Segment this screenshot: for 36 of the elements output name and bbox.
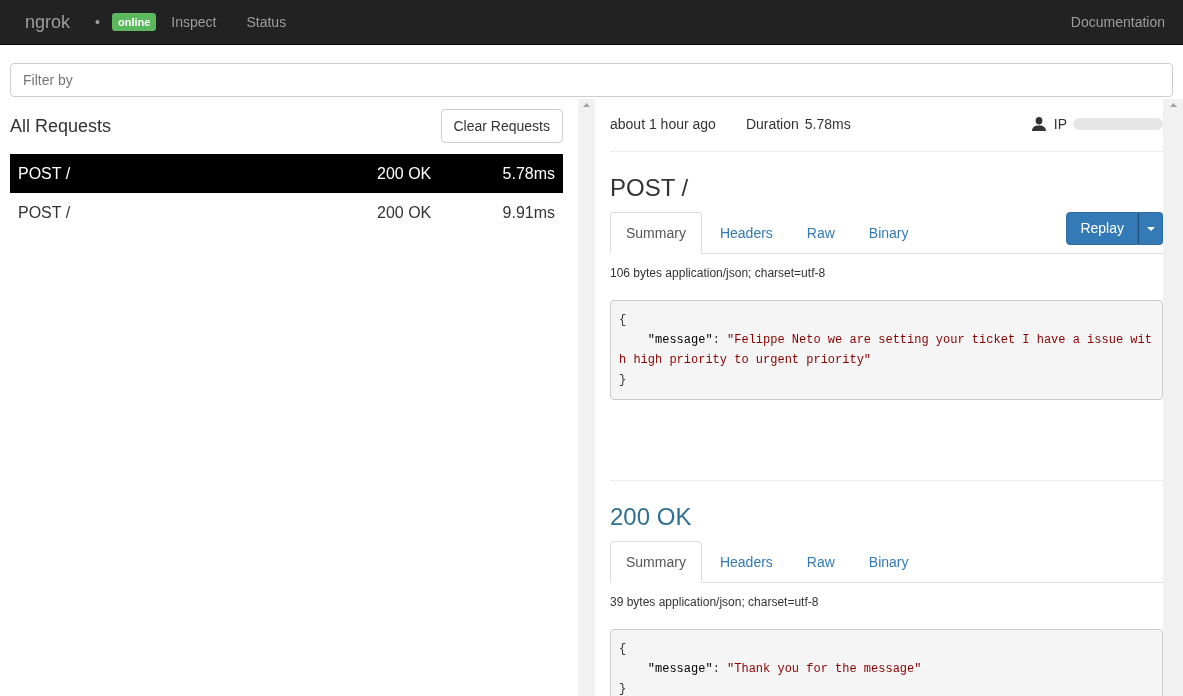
ip-label: IP [1053,114,1067,134]
status-badge: online [111,12,157,32]
request-time: about 1 hour ago [610,114,716,134]
duration-label: Duration [745,114,799,134]
tab[interactable]: Raw [790,541,851,583]
nav-link[interactable]: Inspect [171,11,217,33]
tab[interactable]: Headers [703,212,789,254]
section-title: 200 OK [610,502,693,532]
nav-link[interactable]: Status [246,11,287,33]
scroll-up-icon[interactable] [583,103,590,107]
filter-field[interactable]: Filter by [10,63,1173,97]
dropdown-button[interactable] [1138,212,1163,245]
caret-icon [1146,226,1155,231]
user-icon [1031,117,1046,131]
section-title: POST / [610,173,690,203]
body-meta: 106 bytes application/json; charset=utf-8 [610,265,827,282]
body-meta: 39 bytes application/json; charset=utf-8 [610,594,820,611]
replay-button[interactable]: Replay [1066,212,1138,245]
request-row[interactable]: POST / 200 OK 5.78ms [10,154,563,193]
tab[interactable]: Summary [610,541,702,583]
brand-link[interactable]: ngrok [25,8,71,36]
scrollbar[interactable] [1163,99,1183,696]
tab[interactable]: Headers [703,541,789,583]
scroll-up-icon[interactable] [1169,103,1177,107]
documentation-link[interactable]: Documentation [1070,11,1165,33]
code-block: { "message": "Thank you for the message" } [610,629,1163,696]
tab[interactable]: Raw [790,212,851,254]
scrollbar[interactable] [578,99,595,696]
requests-heading: All Requests [10,114,112,138]
tab[interactable]: Binary [852,212,925,254]
tab[interactable]: Binary [852,541,925,583]
separator-dot: • [95,12,100,32]
tab[interactable]: Summary [610,212,702,254]
code-block: { "message": "Felippe Neto we are setting your ticket I have a issue with high priority to urgent priority" } [610,300,1163,400]
duration-value: 5.78ms [804,114,851,134]
clear-requests-button[interactable]: Clear Requests [440,109,563,143]
